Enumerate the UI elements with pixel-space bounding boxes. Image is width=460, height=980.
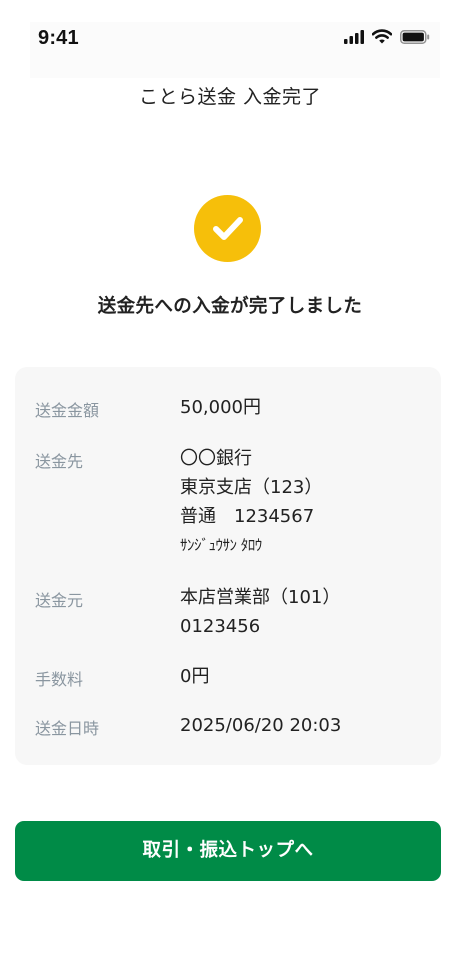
- checkmark-icon: [213, 217, 243, 240]
- recipient-account: 普通 1234567: [180, 506, 315, 527]
- datetime-value-text: 2025/06/20 20:03: [180, 715, 342, 736]
- status-time: 9:41: [38, 27, 79, 49]
- datetime-value: 2025/06/20 20:03: [180, 711, 341, 740]
- amount-value: 50,000円: [180, 393, 261, 422]
- battery-icon: [400, 29, 430, 48]
- transfer-detail-card: 送金金額 50,000円 送金先 〇〇銀行 東京支店（123） 普通 12345…: [15, 367, 441, 765]
- recipient-value: 〇〇銀行 東京支店（123） 普通 1234567 ｻﾝｼﾞｭｳｻﾝ ﾀﾛｳ: [180, 444, 322, 560]
- fee-value-text: 0円: [180, 666, 210, 687]
- transaction-top-button[interactable]: 取引・振込トップへ: [15, 821, 441, 881]
- source-branch: 本店営業部（101）: [180, 587, 341, 608]
- status-bar: 9:41: [0, 0, 460, 78]
- wifi-icon: [371, 29, 393, 48]
- recipient-name: ｻﾝｼﾞｭｳｻﾝ ﾀﾛｳ: [180, 536, 262, 554]
- cellular-signal-icon: [344, 29, 364, 48]
- amount-label: 送金金額: [35, 401, 100, 420]
- amount-value-text: 50,000円: [180, 397, 261, 418]
- source-value: 本店営業部（101） 0123456: [180, 583, 340, 641]
- datetime-label: 送金日時: [35, 719, 100, 738]
- status-icons: [344, 29, 430, 48]
- recipient-bank: 〇〇銀行: [180, 448, 252, 469]
- recipient-branch: 東京支店（123）: [180, 477, 323, 498]
- source-account: 0123456: [180, 616, 261, 637]
- completion-message: 送金先への入金が完了しました: [97, 296, 363, 317]
- success-badge: [194, 195, 261, 262]
- source-label: 送金元: [35, 591, 84, 610]
- page-title: ことら送金 入金完了: [138, 86, 322, 108]
- recipient-label: 送金先: [35, 452, 84, 471]
- fee-label: 手数料: [35, 670, 84, 689]
- fee-value: 0円: [180, 662, 209, 691]
